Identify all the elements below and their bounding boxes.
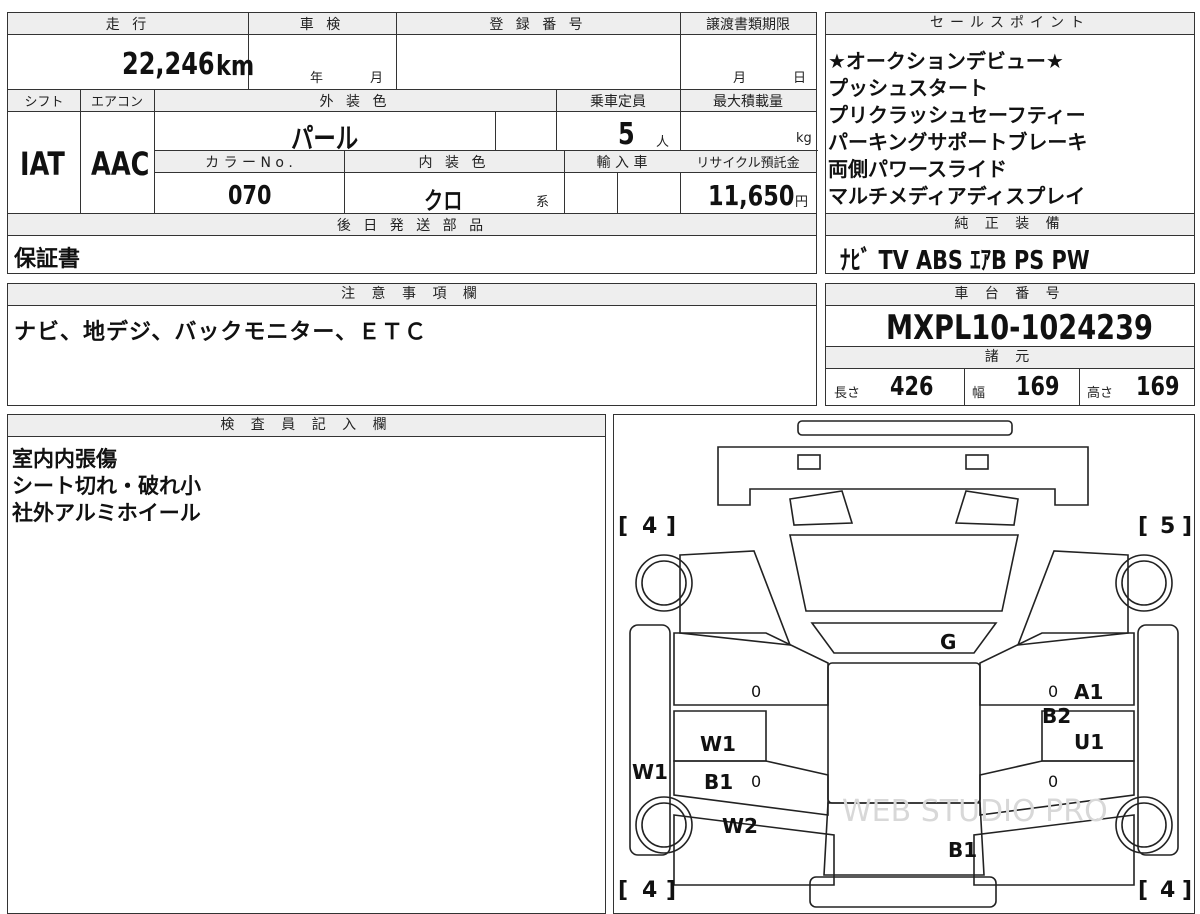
- car-damage-diagram: [4] [5] [4] [4] G A1 B2 U1 W1 W1 B1 W2 B…: [613, 414, 1195, 914]
- inspector-label: 検 査 員 記 入 欄: [8, 415, 605, 437]
- vehicle-info-table: 走 行 車 検 登 録 番 号 譲渡書類期限 22,246 km 年 月 月 日…: [7, 12, 818, 274]
- sales-point-4: パーキングサポートブレーキ: [828, 130, 1088, 154]
- genuine-equipment-value: ﾅﾋﾞ TV ABS ｴｱB PS PW: [840, 246, 1090, 276]
- interior-suffix: 系: [536, 195, 550, 210]
- aircon-label: エアコン: [90, 95, 143, 110]
- chassis-label: 車 台 番 号: [826, 284, 1194, 306]
- mark-a1: A1: [1074, 680, 1103, 704]
- chassis-number: MXPL10-1024239: [886, 308, 1153, 348]
- notes-value: ナビ、地デジ、バックモニター、ＥＴＣ: [14, 320, 428, 345]
- width-value: 169: [1016, 372, 1060, 402]
- inspection-label: 車 検: [299, 17, 345, 33]
- svg-text:[: [: [618, 878, 628, 903]
- mark-b1-door: B1: [704, 770, 733, 794]
- mark-zero-4: 0: [1048, 772, 1058, 791]
- interior-color-value: クロ: [424, 187, 463, 215]
- specs-label: 諸 元: [826, 347, 1194, 369]
- recycle-fee-label: リサイクル預託金: [696, 156, 800, 171]
- mark-w2: W2: [722, 814, 758, 838]
- sales-point-2: プッシュスタート: [828, 76, 988, 100]
- mileage-value: 22,246: [122, 47, 215, 82]
- mark-g: G: [940, 630, 956, 654]
- inspection-year-unit: 年: [310, 71, 324, 86]
- mark-w1-side: W1: [632, 760, 668, 784]
- interior-color-label: 内 装 色: [418, 155, 490, 171]
- height-value: 169: [1136, 372, 1180, 402]
- watermark: WEB STUDIO PRO: [842, 794, 1108, 829]
- mark-zero-1: 0: [751, 682, 761, 701]
- shift-value: IAT: [20, 145, 65, 183]
- sales-point-6: マルチメディアディスプレイ: [828, 184, 1086, 208]
- svg-text:]: ]: [1182, 514, 1192, 539]
- import-label: 輸 入 車: [596, 155, 648, 171]
- shift-label: シフト: [24, 95, 64, 110]
- later-parts-value: 保証書: [14, 247, 81, 272]
- recycle-fee-value: 11,650: [708, 179, 795, 212]
- inspector-line-1: 室内内張傷: [12, 447, 117, 471]
- tire-front-left: 4: [642, 514, 657, 539]
- sales-point-3: プリクラッシュセーフティー: [828, 103, 1086, 127]
- mark-b1-rear: B1: [948, 838, 977, 862]
- svg-text:]: ]: [666, 514, 676, 539]
- aircon-value: AAC: [91, 145, 150, 183]
- length-value: 426: [890, 372, 934, 402]
- mark-u1: U1: [1074, 730, 1104, 754]
- tire-rear-left: 4: [642, 878, 657, 903]
- length-label: 長さ: [834, 386, 861, 401]
- sales-points-panel: セールスポイント ★オークションデビュー★ プッシュスタート プリクラッシュセー…: [825, 12, 1195, 276]
- color-no-value: 070: [228, 181, 272, 211]
- capacity-value: 5: [618, 117, 635, 152]
- notes-label: 注 意 事 項 欄: [8, 284, 816, 306]
- width-label: 幅: [972, 386, 986, 401]
- svg-text:]: ]: [1182, 878, 1192, 903]
- registration-label: 登 録 番 号: [489, 17, 587, 33]
- mark-zero-2: 0: [1048, 682, 1058, 701]
- sales-point-1: ★オークションデビュー★: [828, 49, 1064, 73]
- mark-w1-door: W1: [700, 732, 736, 756]
- inspector-panel: 検 査 員 記 入 欄 室内内張傷 シート切れ・破れ小 社外アルミホイール: [7, 414, 606, 914]
- capacity-label: 乗車定員: [590, 94, 646, 110]
- later-parts-label: 後 日 発 送 部 品: [336, 218, 488, 234]
- color-no-label: カ ラ ー N o .: [205, 155, 293, 171]
- height-label: 高さ: [1087, 386, 1114, 401]
- svg-text:[: [: [618, 514, 628, 539]
- chassis-panel: 車 台 番 号 MXPL10-1024239 諸 元 長さ 426 幅 169 …: [825, 283, 1195, 406]
- sales-points-label: セールスポイント: [826, 13, 1194, 35]
- max-load-unit: kg: [796, 131, 812, 146]
- notes-panel: 注 意 事 項 欄 ナビ、地デジ、バックモニター、ＥＴＣ: [7, 283, 817, 406]
- mileage-unit: km: [216, 49, 255, 82]
- capacity-unit: 人: [656, 135, 670, 150]
- svg-text:[: [: [1138, 514, 1148, 539]
- deadline-month-unit: 月: [733, 71, 747, 86]
- genuine-equipment-label: 純 正 装 備: [826, 214, 1194, 236]
- recycle-fee-unit: 円: [795, 195, 809, 210]
- mark-zero-3: 0: [751, 772, 761, 791]
- inspector-line-3: 社外アルミホイール: [12, 501, 201, 525]
- inspector-line-2: シート切れ・破れ小: [12, 474, 201, 498]
- transfer-deadline-label: 譲渡書類期限: [706, 17, 790, 33]
- mark-b2: B2: [1042, 704, 1071, 728]
- tire-front-right: 5: [1160, 514, 1175, 539]
- svg-text:[: [: [1138, 878, 1148, 903]
- tire-rear-right: 4: [1160, 878, 1175, 903]
- mileage-label: 走 行: [105, 17, 151, 33]
- car-outline-svg: [4] [5] [4] [4] G A1 B2 U1 W1 W1 B1 W2 B…: [618, 420, 1192, 908]
- sales-point-5: 両側パワースライド: [828, 157, 1007, 181]
- exterior-color-label: 外 装 色: [319, 94, 391, 110]
- svg-text:]: ]: [666, 878, 676, 903]
- inspection-month-unit: 月: [370, 71, 384, 86]
- deadline-day-unit: 日: [793, 71, 807, 86]
- max-load-label: 最大積載量: [713, 94, 783, 110]
